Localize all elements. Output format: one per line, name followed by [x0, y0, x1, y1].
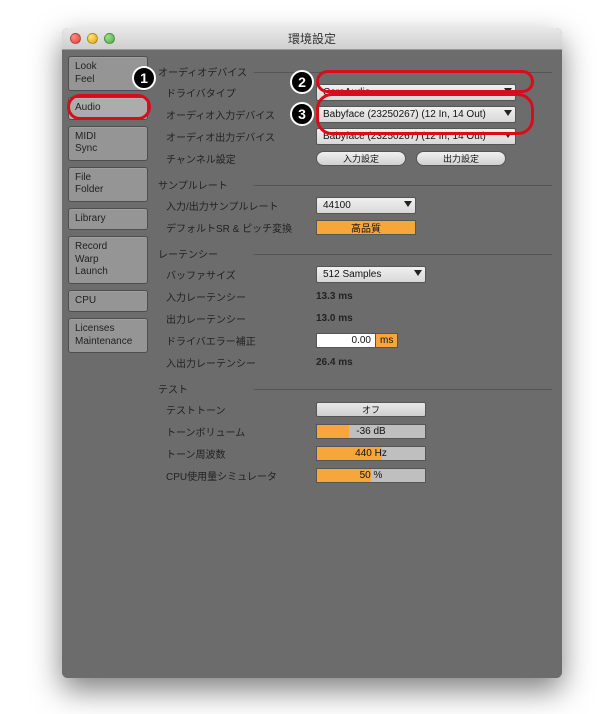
- label-out-latency: 出力レーテンシー: [166, 311, 316, 326]
- window-title: 環境設定: [62, 30, 562, 47]
- dropdown-value: Babyface (23250267) (12 In, 14 Out): [323, 109, 486, 120]
- label-cpu-sim: CPU使用量シミュレータ: [166, 468, 316, 483]
- dropdown-sample-rate[interactable]: 44100: [316, 197, 416, 214]
- chevron-down-icon: [504, 132, 512, 138]
- tab-label: Audio: [75, 102, 141, 115]
- label-tone-freq: トーン周波数: [166, 446, 316, 461]
- label-in-latency: 入力レーテンシー: [166, 289, 316, 304]
- dropdown-value: 512 Samples: [323, 269, 381, 280]
- section-latency: レーテンシー: [154, 244, 556, 263]
- value-out-latency: 13.0 ms: [316, 313, 353, 324]
- chevron-down-icon: [504, 110, 512, 116]
- chevron-down-icon: [404, 201, 412, 207]
- tab-label: Library: [75, 213, 141, 226]
- tab-label: Folder: [75, 184, 141, 197]
- dropdown-value: CoreAudio: [323, 87, 370, 98]
- section-test: テスト: [154, 379, 556, 398]
- dropdown-driver-type[interactable]: CoreAudio: [316, 84, 516, 101]
- tab-label: MIDI: [75, 131, 141, 144]
- slider-tone-volume[interactable]: -36 dB: [316, 424, 426, 439]
- sidebar: Look Feel Audio MIDI Sync File Folder Li…: [68, 56, 148, 672]
- label-default-sr: デフォルトSR & ピッチ変換: [166, 220, 316, 235]
- dropdown-value: 44100: [323, 200, 351, 211]
- chevron-down-icon: [504, 88, 512, 94]
- slider-cpu-sim[interactable]: 50 %: [316, 468, 426, 483]
- tab-cpu[interactable]: CPU: [68, 290, 148, 313]
- label-driver-comp: ドライバエラー補正: [166, 333, 316, 348]
- label-driver-type: ドライバタイプ: [166, 85, 316, 100]
- tab-label: Licenses: [75, 323, 141, 336]
- tab-label: Feel: [75, 74, 141, 87]
- tab-file-folder[interactable]: File Folder: [68, 167, 148, 202]
- dropdown-buffer-size[interactable]: 512 Samples: [316, 266, 426, 283]
- output-config-button[interactable]: 出力設定: [416, 151, 506, 166]
- tab-library[interactable]: Library: [68, 208, 148, 231]
- tab-label: Warp: [75, 254, 141, 267]
- input-config-button[interactable]: 入力設定: [316, 151, 406, 166]
- tab-audio[interactable]: Audio: [68, 97, 148, 120]
- tab-record-warp-launch[interactable]: Record Warp Launch: [68, 236, 148, 284]
- label-io-latency: 入出力レーテンシー: [166, 355, 316, 370]
- preferences-window: 環境設定 Look Feel Audio MIDI Sync File Fold…: [62, 28, 562, 678]
- label-input-device: オーディオ入力デバイス: [166, 107, 316, 122]
- tab-label: CPU: [75, 295, 141, 308]
- label-output-device: オーディオ出力デバイス: [166, 129, 316, 144]
- titlebar: 環境設定: [62, 28, 562, 50]
- section-sample-rate: サンプルレート: [154, 175, 556, 194]
- section-audio-device: オーディオデバイス: [154, 62, 556, 81]
- tab-label: Launch: [75, 266, 141, 279]
- slider-tone-freq[interactable]: 440 Hz: [316, 446, 426, 461]
- slider-value: 50 %: [360, 470, 383, 481]
- tab-label: Sync: [75, 143, 141, 156]
- tab-label: File: [75, 172, 141, 185]
- tab-label: Maintenance: [75, 336, 141, 349]
- label-buffer: バッファサイズ: [166, 267, 316, 282]
- chevron-down-icon: [414, 270, 422, 276]
- label-test-tone: テストトーン: [166, 402, 316, 417]
- tab-label: Record: [75, 241, 141, 254]
- dropdown-value: Babyface (23250267) (12 In, 14 Out): [323, 131, 486, 142]
- value-io-latency: 26.4 ms: [316, 357, 353, 368]
- slider-value: -36 dB: [356, 426, 385, 437]
- tab-look-feel[interactable]: Look Feel: [68, 56, 148, 91]
- tab-label: Look: [75, 61, 141, 74]
- main-panel: オーディオデバイス ドライバタイプ CoreAudio オーディオ入力デバイス …: [154, 56, 556, 672]
- slider-value: 440 Hz: [355, 448, 387, 459]
- tab-licenses-maintenance[interactable]: Licenses Maintenance: [68, 318, 148, 353]
- label-channel-config: チャンネル設定: [166, 151, 316, 166]
- label-tone-volume: トーンボリューム: [166, 424, 316, 439]
- dropdown-input-device[interactable]: Babyface (23250267) (12 In, 14 Out): [316, 106, 516, 123]
- toggle-default-sr[interactable]: 高品質: [316, 220, 416, 235]
- input-driver-comp[interactable]: 0.00: [316, 333, 376, 348]
- label-io-sr: 入力/出力サンプルレート: [166, 198, 316, 213]
- toggle-test-tone[interactable]: オフ: [316, 402, 426, 417]
- value-in-latency: 13.3 ms: [316, 291, 353, 302]
- tab-midi-sync[interactable]: MIDI Sync: [68, 126, 148, 161]
- dropdown-output-device[interactable]: Babyface (23250267) (12 In, 14 Out): [316, 128, 516, 145]
- unit-ms: ms: [376, 333, 398, 348]
